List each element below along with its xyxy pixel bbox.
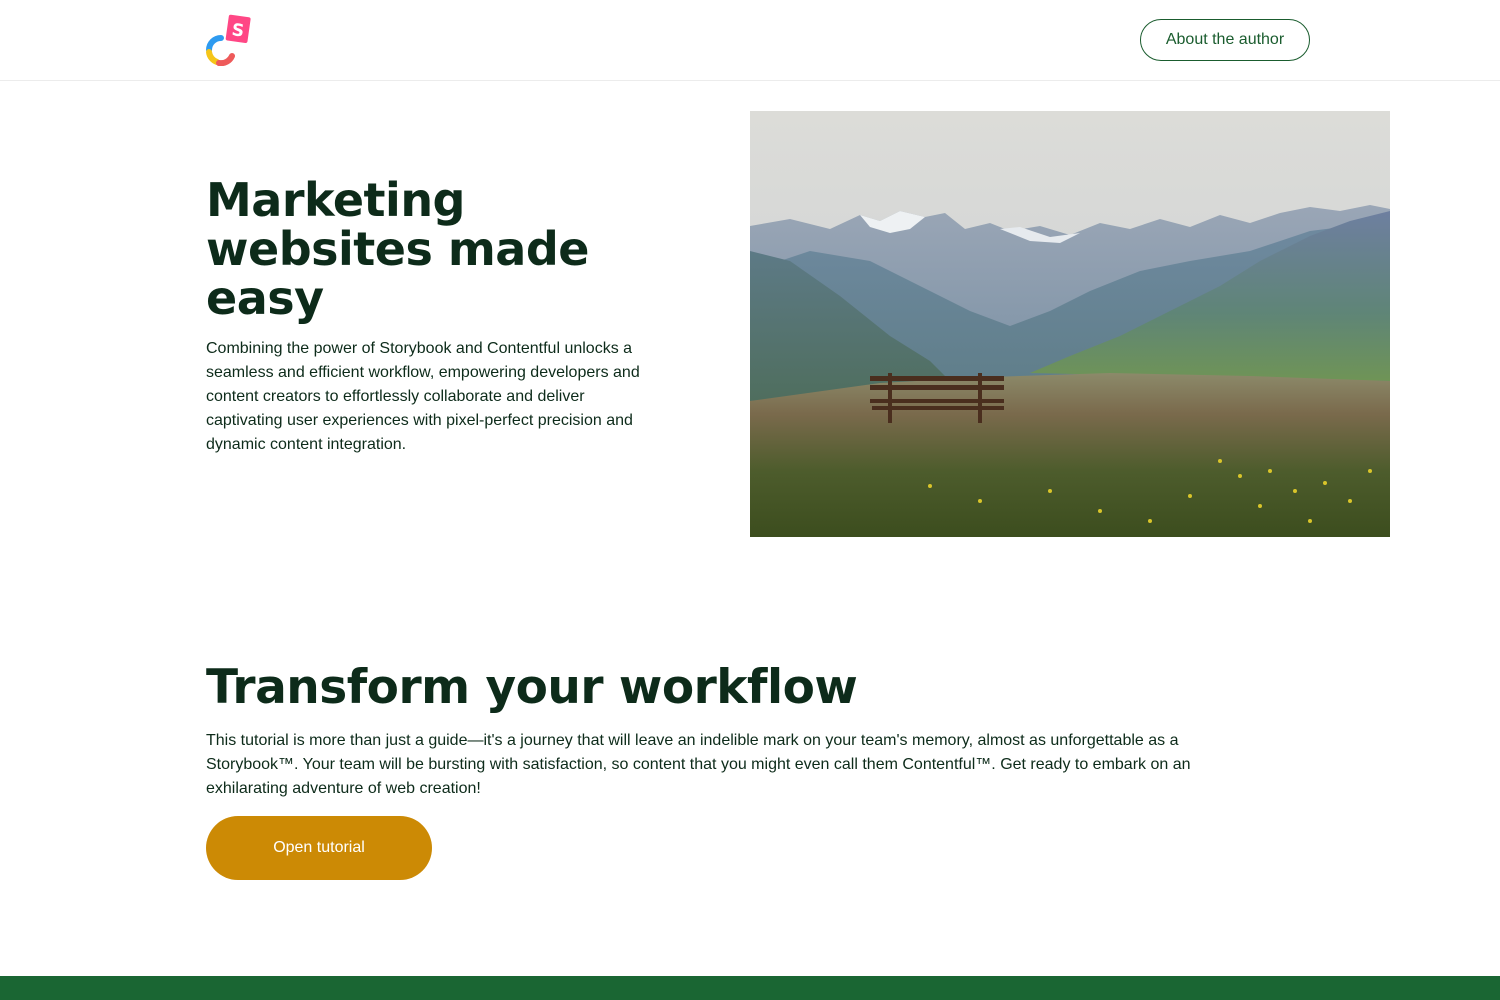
section-title: Transform your workflow — [206, 660, 858, 715]
site-header: S About the author — [0, 0, 1500, 81]
open-tutorial-button[interactable]: Open tutorial — [206, 816, 432, 880]
footer — [0, 976, 1500, 1000]
hero-description: Combining the power of Storybook and Con… — [206, 340, 640, 453]
hero-title: Marketing websites made easy — [206, 173, 589, 325]
storybook-contentful-logo-icon[interactable]: S — [203, 14, 251, 67]
mountain-bench-landscape-image — [750, 111, 1390, 537]
section-description: This tutorial is more than just a guide—… — [206, 732, 1191, 797]
about-author-button[interactable]: About the author — [1140, 19, 1310, 61]
